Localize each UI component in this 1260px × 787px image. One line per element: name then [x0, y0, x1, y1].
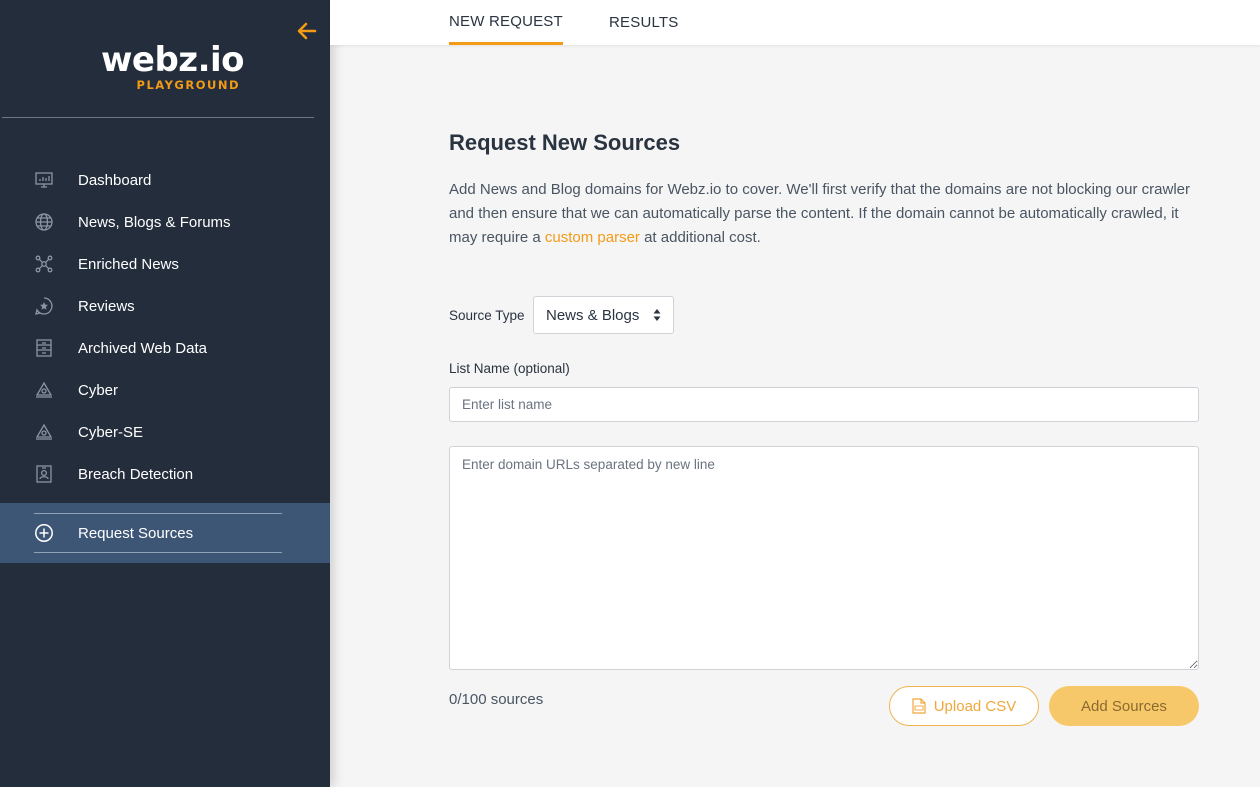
sidebar-item-cyber-se[interactable]: Cyber-SE	[0, 411, 330, 453]
sidebar-item-cyber[interactable]: Cyber	[0, 369, 330, 411]
source-type-select[interactable]: News & Blogs	[533, 296, 674, 334]
sidebar-item-enriched-news[interactable]: Enriched News	[0, 243, 330, 285]
page-description: Add News and Blog domains for Webz.io to…	[449, 178, 1209, 250]
badge-icon	[32, 462, 56, 486]
star-bubble-icon	[32, 294, 56, 318]
source-type-label: Source Type	[449, 308, 525, 323]
sidebar-item-label: Cyber-SE	[78, 424, 143, 441]
description-text-after: at additional cost.	[640, 229, 761, 246]
top-tab-bar: NEW REQUEST RESULTS	[330, 0, 1260, 45]
upload-csv-label: Upload CSV	[934, 698, 1017, 715]
collapse-sidebar-button[interactable]	[294, 18, 320, 44]
list-name-input[interactable]	[449, 387, 1199, 422]
cyber-icon	[32, 378, 56, 402]
sidebar-item-dashboard[interactable]: Dashboard	[0, 159, 330, 201]
sidebar-item-label: Enriched News	[78, 256, 179, 273]
sidebar-item-label: Reviews	[78, 298, 135, 315]
plus-circle-icon	[32, 521, 56, 545]
tab-new-request[interactable]: NEW REQUEST	[449, 0, 563, 45]
arrow-left-icon	[297, 22, 317, 40]
logo-subtext: PLAYGROUND	[74, 78, 244, 92]
sidebar-item-label: News, Blogs & Forums	[78, 214, 231, 231]
network-icon	[32, 252, 56, 276]
sidebar-item-archived-web-data[interactable]: Archived Web Data	[0, 327, 330, 369]
source-count: 0/100 sources	[449, 691, 543, 708]
upload-csv-button[interactable]: Upload CSV	[889, 686, 1039, 726]
page-title: Request New Sources	[449, 130, 680, 156]
sidebar: webz.io PLAYGROUND Dashboard News, Blogs…	[0, 0, 330, 787]
sidebar-item-breach-detection[interactable]: Breach Detection	[0, 453, 330, 495]
sidebar-item-label: Breach Detection	[78, 466, 193, 483]
dashboard-icon	[32, 168, 56, 192]
list-name-label: List Name (optional)	[449, 361, 570, 376]
sidebar-item-label: Dashboard	[78, 172, 151, 189]
sidebar-item-label: Request Sources	[78, 525, 193, 542]
sidebar-item-label: Archived Web Data	[78, 340, 207, 357]
sidebar-item-request-sources[interactable]: Request Sources	[0, 503, 330, 563]
source-type-value: News & Blogs	[546, 307, 639, 324]
active-item-bottom-line	[34, 552, 282, 553]
select-arrows-icon	[653, 308, 661, 322]
active-item-top-line	[34, 513, 282, 514]
add-sources-button[interactable]: Add Sources	[1049, 686, 1199, 726]
sidebar-nav: Dashboard News, Blogs & Forums Enriched …	[0, 159, 330, 495]
sidebar-divider	[2, 117, 314, 118]
sidebar-item-news-blogs-forums[interactable]: News, Blogs & Forums	[0, 201, 330, 243]
globe-icon	[32, 210, 56, 234]
logo-text: webz.io	[74, 40, 244, 80]
csv-file-icon	[912, 698, 926, 714]
archive-icon	[32, 336, 56, 360]
logo[interactable]: webz.io PLAYGROUND	[74, 40, 244, 92]
cyber-se-icon	[32, 420, 56, 444]
sidebar-item-reviews[interactable]: Reviews	[0, 285, 330, 327]
custom-parser-link[interactable]: custom parser	[545, 229, 640, 246]
domain-urls-textarea[interactable]	[449, 446, 1199, 670]
tab-results[interactable]: RESULTS	[609, 0, 678, 45]
sidebar-item-label: Cyber	[78, 382, 118, 399]
